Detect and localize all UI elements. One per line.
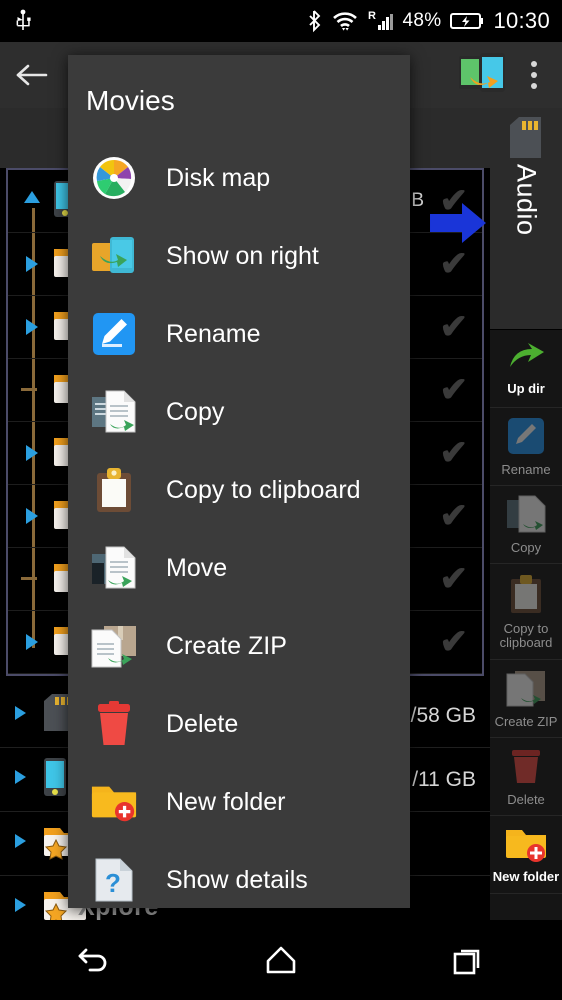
menu-item-move[interactable]: Move bbox=[68, 529, 410, 607]
right-sidebar: Audio Up dir Rename bbox=[490, 108, 562, 920]
blue-right-arrow-icon bbox=[428, 200, 488, 251]
wifi-icon bbox=[331, 9, 359, 33]
tree-arrow-icon[interactable] bbox=[10, 895, 30, 920]
row-size: /58 GB bbox=[411, 704, 476, 728]
menu-item-copy-to-clipboard[interactable]: Copy to clipboard bbox=[68, 451, 410, 529]
nav-recents-icon[interactable] bbox=[423, 920, 513, 1000]
delete-icon bbox=[90, 700, 138, 748]
row-check-icon[interactable]: ✔ bbox=[440, 307, 469, 347]
android-nav-bar bbox=[0, 920, 562, 1000]
create-zip-icon bbox=[90, 622, 138, 670]
back-arrow-icon[interactable] bbox=[0, 42, 64, 108]
tree-arrow-icon[interactable] bbox=[10, 831, 30, 856]
menu-item-label: New folder bbox=[166, 788, 286, 817]
row-size: /11 GB bbox=[412, 768, 476, 792]
sidebar-item-label: Create ZIP bbox=[495, 715, 558, 729]
new-folder-icon bbox=[504, 825, 548, 868]
tree-arrow-icon[interactable] bbox=[16, 505, 48, 527]
tree-stub bbox=[16, 577, 48, 581]
row-check-icon[interactable]: ✔ bbox=[440, 433, 469, 473]
menu-item-label: Show on right bbox=[166, 242, 319, 271]
disk-map-icon bbox=[90, 154, 138, 202]
sidebar-item-copy[interactable]: Copy bbox=[490, 486, 562, 564]
clipboard-icon bbox=[508, 573, 544, 620]
sidebar-item-label: Copy to clipboard bbox=[500, 622, 553, 650]
tree-arrow-icon[interactable] bbox=[16, 188, 48, 210]
menu-item-label: Rename bbox=[166, 320, 261, 349]
delete-icon bbox=[509, 746, 543, 791]
sidebar-item-up-dir[interactable]: Up dir bbox=[490, 330, 562, 408]
row-check-icon[interactable]: ✔ bbox=[440, 496, 469, 536]
create-zip-icon bbox=[505, 668, 547, 713]
move-icon bbox=[90, 544, 138, 592]
sidebar-item-create-zip[interactable]: Create ZIP bbox=[490, 660, 562, 738]
sidebar-item-new-folder[interactable]: New folder bbox=[490, 816, 562, 894]
tree-arrow-icon[interactable] bbox=[16, 316, 48, 338]
sidebar-item-delete[interactable]: Delete bbox=[490, 738, 562, 816]
sidebar-item-label: Copy bbox=[511, 541, 541, 555]
svg-text:?: ? bbox=[105, 868, 121, 898]
sidebar-item-label: Delete bbox=[507, 793, 545, 807]
sidebar-panel-label: Audio bbox=[511, 164, 542, 236]
menu-item-label: Copy to clipboard bbox=[166, 476, 361, 505]
sidebar-item-label: Rename bbox=[501, 463, 550, 477]
menu-item-disk-map[interactable]: Disk map bbox=[68, 139, 410, 217]
menu-item-label: Move bbox=[166, 554, 227, 583]
menu-item-label: Show details bbox=[166, 866, 308, 895]
context-menu-list: Disk map Show on right bbox=[68, 139, 410, 919]
battery-percent: 48% bbox=[403, 10, 442, 32]
row-check-icon[interactable]: ✔ bbox=[440, 622, 469, 662]
tree-arrow-icon[interactable] bbox=[10, 767, 30, 792]
device-icon bbox=[42, 756, 68, 803]
tree-arrow-icon[interactable] bbox=[10, 703, 30, 728]
roaming-signal-icon: R bbox=[368, 9, 394, 33]
tree-arrow-icon[interactable] bbox=[16, 631, 48, 653]
menu-item-rename[interactable]: Rename bbox=[68, 295, 410, 373]
menu-item-label: Disk map bbox=[166, 164, 270, 193]
context-menu-dialog: Movies Disk map bbox=[68, 55, 410, 908]
copy-icon bbox=[505, 494, 547, 539]
up-dir-icon bbox=[506, 341, 546, 380]
sidebar-item-copy-to-clipboard[interactable]: Copy to clipboard bbox=[490, 564, 562, 660]
sidebar-item-label: New folder bbox=[493, 870, 559, 884]
sdcard-icon bbox=[508, 116, 544, 165]
tree-arrow-icon[interactable] bbox=[16, 442, 48, 464]
usb-icon bbox=[14, 9, 32, 33]
menu-item-copy[interactable]: Copy bbox=[68, 373, 410, 451]
nav-back-icon[interactable] bbox=[49, 920, 139, 1000]
menu-item-show-on-right[interactable]: Show on right bbox=[68, 217, 410, 295]
nav-home-icon[interactable] bbox=[236, 920, 326, 1000]
battery-charging-icon bbox=[450, 11, 484, 31]
new-folder-icon bbox=[90, 778, 138, 826]
svg-text:R: R bbox=[368, 10, 376, 22]
bluetooth-icon bbox=[307, 9, 322, 33]
menu-item-label: Create ZIP bbox=[166, 632, 287, 661]
rename-icon bbox=[90, 310, 138, 358]
clipboard-icon bbox=[90, 466, 138, 514]
dialog-title: Movies bbox=[68, 55, 410, 117]
show-details-icon: ? bbox=[90, 856, 138, 904]
menu-item-show-details[interactable]: ? Show details bbox=[68, 841, 410, 919]
menu-item-new-folder[interactable]: New folder bbox=[68, 763, 410, 841]
sidebar-panel-audio[interactable]: Audio bbox=[490, 108, 562, 330]
sidebar-item-rename[interactable]: Rename bbox=[490, 408, 562, 486]
menu-item-label: Delete bbox=[166, 710, 238, 739]
android-screen: R 48% 10:30 bbox=[0, 0, 562, 1000]
rename-icon bbox=[506, 416, 546, 461]
row-check-icon[interactable]: ✔ bbox=[440, 559, 469, 599]
copy-icon bbox=[90, 388, 138, 436]
row-check-icon[interactable]: ✔ bbox=[440, 370, 469, 410]
overflow-menu-icon[interactable] bbox=[516, 42, 552, 108]
sidebar-item-label: Up dir bbox=[507, 382, 545, 396]
show-on-right-icon bbox=[90, 232, 138, 280]
menu-item-label: Copy bbox=[166, 398, 224, 427]
status-clock: 10:30 bbox=[493, 8, 550, 34]
menu-item-delete[interactable]: Delete bbox=[68, 685, 410, 763]
show-on-right-icon[interactable] bbox=[456, 50, 508, 101]
tree-arrow-icon[interactable] bbox=[16, 253, 48, 275]
tree-stub bbox=[16, 388, 48, 392]
menu-item-create-zip[interactable]: Create ZIP bbox=[68, 607, 410, 685]
status-bar: R 48% 10:30 bbox=[0, 0, 562, 42]
